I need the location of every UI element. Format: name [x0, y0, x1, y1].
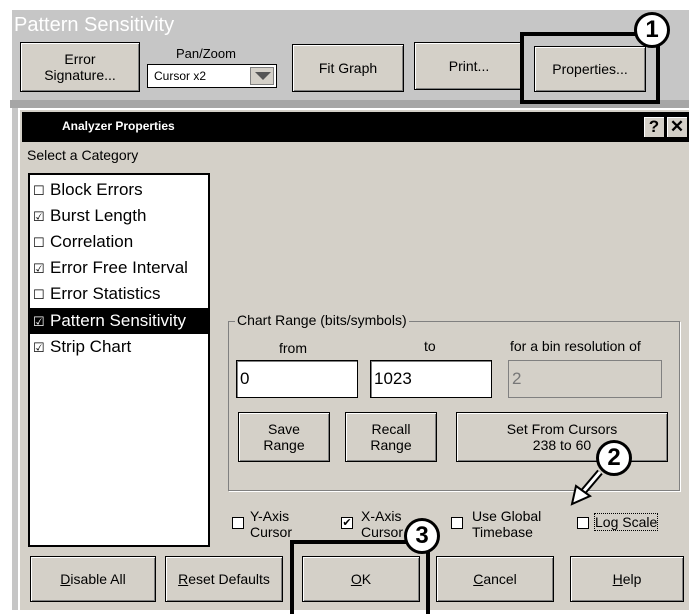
- error-signature-button[interactable]: Error Signature...: [20, 42, 140, 92]
- category-item-burst-length[interactable]: ☑ Burst Length: [30, 203, 208, 229]
- window-title: Pattern Sensitivity: [14, 14, 175, 36]
- chevron-down-icon[interactable]: [250, 67, 274, 85]
- print-button[interactable]: Print...: [414, 42, 524, 90]
- use-global-timebase-label: Use Global Timebase: [472, 508, 542, 541]
- callout-1: 1: [634, 12, 670, 48]
- callout-highlight-ok: [290, 540, 430, 614]
- category-list[interactable]: ☐ Block Errors ☑ Burst Length ☐ Correlat…: [28, 173, 210, 547]
- label-rest: elp: [622, 570, 642, 587]
- category-item-correlation[interactable]: ☐ Correlation: [30, 229, 208, 255]
- category-label-text: Error Free Interval: [50, 258, 188, 277]
- category-item-block-errors[interactable]: ☐ Block Errors: [30, 177, 208, 203]
- set-from-cursors-button[interactable]: Set From Cursors 238 to 60: [456, 412, 668, 462]
- checkbox-icon[interactable]: ☑: [33, 315, 46, 328]
- category-label-text: Block Errors: [50, 180, 143, 199]
- category-item-error-free-interval[interactable]: ☑ Error Free Interval: [30, 255, 208, 281]
- use-global-timebase-checkbox[interactable]: [451, 517, 463, 529]
- mnemonic: R: [178, 570, 189, 587]
- category-label-text: Correlation: [50, 232, 134, 251]
- category-item-pattern-sensitivity[interactable]: ☑ Pattern Sensitivity: [30, 308, 208, 334]
- to-input[interactable]: 1023: [370, 360, 492, 398]
- save-range-button[interactable]: Save Range: [238, 412, 330, 462]
- label-rest: ancel: [483, 570, 517, 587]
- mnemonic: H: [612, 570, 623, 587]
- bin-resolution-label: for a bin resolution of: [510, 338, 641, 354]
- log-scale-checkbox[interactable]: [577, 517, 589, 529]
- checkbox-icon[interactable]: ☐: [33, 236, 46, 249]
- disable-all-button[interactable]: Disable All: [30, 556, 156, 602]
- label-rest: eset Defaults: [188, 570, 270, 587]
- checkbox-icon[interactable]: ☑: [33, 341, 46, 354]
- to-label: to: [424, 338, 436, 354]
- category-label-text: Error Statistics: [50, 284, 161, 303]
- x-axis-cursor-label: X-Axis Cursor: [361, 508, 404, 541]
- pan-zoom-value: Cursor x2: [154, 69, 207, 83]
- from-input[interactable]: 0: [236, 360, 358, 398]
- mnemonic: D: [60, 570, 71, 587]
- help-icon[interactable]: ?: [643, 116, 665, 138]
- checkbox-icon[interactable]: ☑: [33, 262, 46, 275]
- log-scale-label: Log Scale: [593, 512, 659, 532]
- y-axis-cursor-checkbox[interactable]: [232, 517, 244, 529]
- mnemonic: C: [473, 570, 484, 587]
- from-label: from: [279, 340, 307, 356]
- category-label-text: Pattern Sensitivity: [50, 311, 187, 330]
- fit-graph-button[interactable]: Fit Graph: [292, 44, 404, 92]
- category-item-error-statistics[interactable]: ☐ Error Statistics: [30, 281, 208, 307]
- checkbox-icon[interactable]: ☐: [33, 288, 46, 301]
- chart-range-label: Chart Range (bits/symbols): [235, 312, 409, 328]
- pan-zoom-label: Pan/Zoom: [176, 46, 236, 61]
- bin-resolution-input: 2: [508, 360, 662, 398]
- reset-defaults-button[interactable]: Reset Defaults: [165, 556, 283, 602]
- dialog-title: Analyzer Properties: [62, 119, 175, 133]
- help-button[interactable]: Help: [570, 556, 684, 602]
- callout-3: 3: [404, 518, 440, 554]
- checkbox-icon[interactable]: ☐: [33, 184, 46, 197]
- close-icon[interactable]: ✕: [666, 116, 688, 138]
- x-axis-cursor-checkbox[interactable]: ✔: [341, 517, 353, 529]
- category-item-strip-chart[interactable]: ☑ Strip Chart: [30, 334, 208, 360]
- callout-2: 2: [596, 440, 632, 476]
- category-label-text: Strip Chart: [50, 337, 132, 356]
- category-label-text: Burst Length: [50, 206, 147, 225]
- cancel-button[interactable]: Cancel: [436, 556, 554, 602]
- checkbox-icon[interactable]: ☑: [33, 210, 46, 223]
- recall-range-button[interactable]: Recall Range: [345, 412, 437, 462]
- label-rest: isable All: [70, 570, 126, 587]
- y-axis-cursor-label: Y-Axis Cursor: [250, 508, 293, 541]
- pan-zoom-select[interactable]: Cursor x2: [147, 64, 277, 88]
- category-label: Select a Category: [27, 147, 139, 163]
